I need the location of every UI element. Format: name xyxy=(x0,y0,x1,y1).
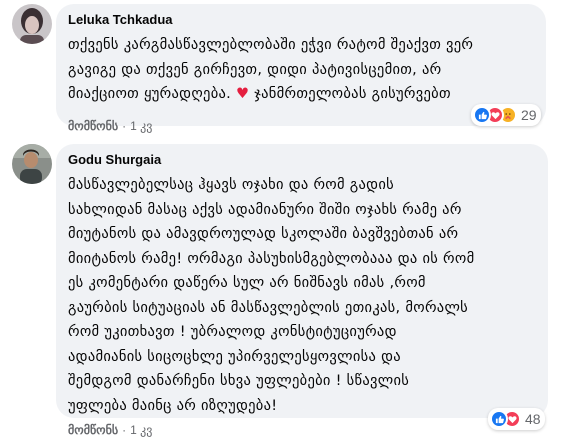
comment-line: მიიტანოს რამე! ორმაგი პასუხისმგებლობააა … xyxy=(68,250,475,267)
comment-line: ადამიანის სიცოცხლე უპირველესყოვლისა და xyxy=(68,348,401,365)
avatar[interactable] xyxy=(12,144,52,184)
avatar-photo-icon xyxy=(12,144,52,184)
reaction-count: 48 xyxy=(525,411,541,427)
comment-timestamp[interactable]: 1 კვ xyxy=(130,423,152,437)
comment-line: გაურბის სიტუაციას ან მასწავლებლის ეთიკას… xyxy=(68,299,469,316)
comment-line: მასწავლებელსაც ჰყავს ოჯახი და რომ გადის xyxy=(68,177,395,193)
comment-line: შემდგომ დანარჩენი სხვა უფლებები ! სწავლი… xyxy=(68,373,410,389)
comment-line: რომ უკითხავთ ! უბრალოდ კონსტიტუციურად xyxy=(68,324,397,340)
comment-actions: მომწონს · 1 კვ xyxy=(68,423,152,437)
comment-line: უფლება მაინც არ იზღუდება! xyxy=(68,397,278,414)
comment-text: მასწავლებელსაც ჰყავს ოჯახი და რომ გადის … xyxy=(68,173,536,418)
like-reaction-icon xyxy=(473,106,491,124)
like-button[interactable]: მომწონს xyxy=(68,423,118,437)
comment-line: ეს კომენტარი დაწერა სულ არ ნიშნავს იმას … xyxy=(68,275,426,291)
comment-line: მიუტანოს და ამავდროულად სკოლაში ბავშვებთ… xyxy=(68,226,459,242)
reactions-summary[interactable]: 48 xyxy=(488,408,545,430)
comment-author[interactable]: Godu Shurgaia xyxy=(68,152,536,168)
separator-dot: · xyxy=(122,423,127,437)
comment-bubble: Godu Shurgaia მასწავლებელსაც ჰყავს ოჯახი… xyxy=(56,144,548,418)
comment-line: სახლიდან მასაც აქვს ადამიანური შიში ოჯახ… xyxy=(68,201,462,218)
comment-2: Godu Shurgaia მასწავლებელსაც ჰყავს ოჯახი… xyxy=(0,0,577,438)
like-reaction-icon xyxy=(490,410,508,428)
